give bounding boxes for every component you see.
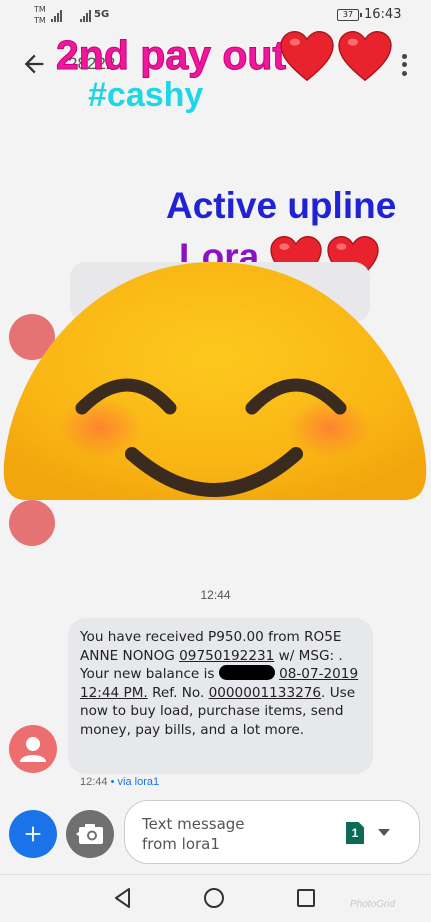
network-label: 5G <box>94 9 110 20</box>
sim-icon[interactable]: 1 <box>346 822 364 844</box>
placeholder-line-2: from lora1 <box>142 835 220 853</box>
status-clock: 16:43 <box>364 7 402 22</box>
navigation-bar <box>0 874 431 922</box>
message-text: Ref. No. <box>147 684 209 701</box>
dropdown-icon[interactable] <box>378 829 390 836</box>
nav-recents-icon[interactable] <box>296 887 316 909</box>
overlay-title: 2nd pay out <box>55 32 287 79</box>
message-meta: 12:44 • via lora1 <box>80 776 159 788</box>
meta-separator: • <box>110 776 115 788</box>
phone-link[interactable]: 09750192231 <box>179 648 274 664</box>
meta-time: 12:44 <box>80 776 108 788</box>
plus-icon <box>25 826 41 842</box>
signal-icon-2 <box>80 10 91 22</box>
message-bubble[interactable]: You have received P950.00 from RO5E ANNE… <box>68 618 373 774</box>
message-input-placeholder: Text message from lora1 <box>142 814 312 854</box>
nav-back-icon[interactable] <box>112 887 134 909</box>
person-icon <box>20 737 46 762</box>
redacted-balance <box>218 665 275 681</box>
status-bar: TM TM 5G 37 16:43 <box>0 0 431 34</box>
overlay-hashtag: #cashy <box>88 76 204 114</box>
heart-icon <box>338 31 392 82</box>
add-attachment-button[interactable] <box>9 810 57 858</box>
heart-icon <box>280 31 334 82</box>
camera-button[interactable] <box>66 810 114 858</box>
more-vert-icon[interactable] <box>397 52 411 78</box>
avatar[interactable] <box>9 725 57 773</box>
message-timestamp: 12:44 <box>200 588 231 602</box>
reference-link[interactable]: 0000001133276 <box>209 685 321 701</box>
placeholder-line-1: Text message <box>142 815 245 833</box>
date-link[interactable]: 08-07-2019 <box>279 666 358 682</box>
carrier-label-1: TM <box>34 5 46 14</box>
camera-icon <box>76 824 103 844</box>
meta-via: via lora1 <box>117 776 160 788</box>
smiling-face-emoji <box>3 262 427 500</box>
signal-icon <box>51 10 62 22</box>
nav-home-icon[interactable] <box>203 887 225 909</box>
watermark: PhotoGrid <box>350 899 396 910</box>
overlay-upline: Active upline <box>166 185 397 226</box>
message-input[interactable]: Text message from lora1 1 <box>124 800 420 864</box>
time-link[interactable]: 12:44 PM. <box>80 685 148 701</box>
back-arrow-icon[interactable] <box>20 50 48 78</box>
carrier-label-2: TM <box>34 16 46 25</box>
battery-icon: 37 <box>337 9 362 21</box>
